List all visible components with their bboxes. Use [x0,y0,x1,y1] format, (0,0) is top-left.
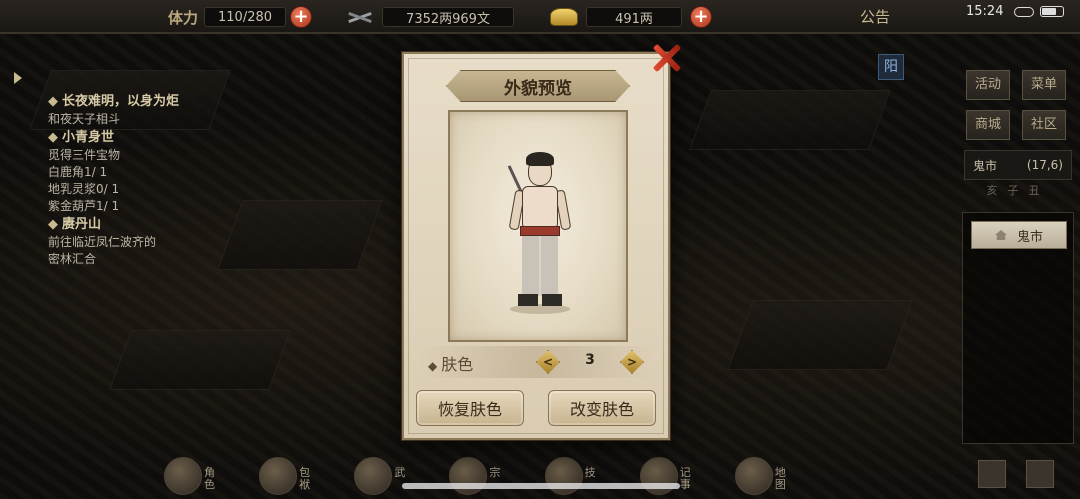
nav-map-button[interactable]: 地图 [731,453,820,499]
character-legs [522,236,558,296]
nav-label: 地图 [774,466,786,491]
activity-button[interactable]: 活动 [966,70,1010,100]
quest-item[interactable]: ◆ 赓丹山 前往临近凤仁波齐的 密林汇合 [48,215,248,268]
quest-item[interactable]: ◆ 长夜难明，以身为炬 和夜天子相斗 [48,92,248,128]
silver-value: 7352两969文 [382,7,514,27]
notice-button[interactable]: 公告 [860,6,890,27]
chevron-right-icon: > [626,355,638,369]
bag-icon [259,457,298,495]
diamond-icon: ◆ [48,217,58,232]
nav-label: 技 [584,466,596,479]
top-resource-bar: 体力 110/280 + 7352两969文 491两 + 公告 15:24 [0,0,1080,34]
quest-line: 白鹿角1/ 1 [48,165,108,179]
character-boots [518,294,562,306]
corner-button-right[interactable] [1026,460,1054,488]
add-stamina-button[interactable]: + [290,6,313,28]
dialog-title: 外貌预览 [446,70,630,102]
quest-title: 赓丹山 [62,217,102,232]
journal-icon [639,457,678,495]
quest-line: 前往临近凤仁波齐的 [48,235,157,249]
quest-title: 长夜难明，以身为炬 [62,94,180,109]
quest-line: 紫金葫芦1/ 1 [48,199,120,213]
silver-icon [346,8,374,26]
sect-icon [449,457,488,495]
skin-color-label: ◆ 肤色 [428,351,473,375]
location-list-label: 鬼市 [1016,229,1043,245]
skin-color-value: 3 [585,352,595,368]
time-dial: 亥子丑 [986,184,1050,197]
nav-journal-button[interactable]: 记事 [636,453,725,499]
battery-icon [1040,6,1064,17]
quest-title: 小青身世 [62,130,115,145]
nav-label: 武 [394,466,406,479]
community-button[interactable]: 社区 [1022,110,1066,140]
nav-sect-button[interactable]: 宗 [445,453,534,499]
gold-value: 491两 [586,7,682,27]
location-list: 鬼市 [962,212,1074,444]
character-hair [526,152,554,166]
skin-color-label-text: 肤色 [441,355,474,374]
stamina-resource: 体力 110/280 + [168,6,313,28]
silver-resource: 7352两969文 [346,6,514,28]
quest-line: 觅得三件宝物 [48,148,121,162]
quest-item[interactable]: ◆ 小青身世 觅得三件宝物 白鹿角1/ 1 地乳灵浆0/ 1 紫金葫芦1/ 1 [48,128,248,215]
restore-skin-color-button[interactable]: 恢复肤色 [416,390,524,426]
toggle-icon [1014,6,1034,17]
diamond-icon: ◆ [428,359,438,373]
nav-martial-button[interactable]: 武 [350,453,439,499]
yang-indicator[interactable]: 阳 [878,54,904,80]
diamond-icon: ◆ [48,94,58,109]
mall-button[interactable]: 商城 [966,110,1010,140]
chevron-left-icon: < [542,355,554,369]
gold-ingot-icon [550,8,578,26]
location-name: 鬼市 [973,158,998,173]
collapse-quest-arrow-icon[interactable] [14,72,22,84]
home-indicator[interactable] [402,483,680,489]
nav-label: 包袱 [299,466,311,491]
status-clock: 15:24 [966,4,1004,19]
stamina-value: 110/280 [204,7,287,27]
nav-skill-button[interactable]: 技 [541,453,630,499]
skin-next-button[interactable]: > [618,348,646,376]
nav-label: 角色 [204,466,215,491]
quest-line: 和夜天子相斗 [48,112,121,126]
character-portrait-frame [448,110,628,342]
menu-button[interactable]: 菜单 [1022,70,1066,100]
skin-color-selector: ◆ 肤色 < 3 > [418,346,656,378]
character-torso [522,186,558,228]
quest-line: 密林汇合 [48,252,97,266]
diamond-icon: ◆ [48,130,58,145]
nav-label: 宗 [489,466,501,479]
change-skin-color-button[interactable]: 改变肤色 [548,390,656,426]
character-preview [507,152,572,322]
gold-resource: 491两 + [550,6,712,28]
home-icon [994,230,1007,240]
martial-icon [354,457,393,495]
location-list-item[interactable]: 鬼市 [971,221,1067,249]
skill-icon [544,457,583,495]
nav-bag-button[interactable]: 包袱 [255,453,344,499]
location-panel[interactable]: 鬼市 (17,6) [964,150,1072,180]
appearance-preview-dialog: 外貌预览 ◆ 肤色 < 3 > 恢复肤色 改变肤色 [402,52,670,440]
character-icon [164,457,202,495]
character-belt [520,226,560,236]
skin-prev-button[interactable]: < [534,348,562,376]
add-gold-button[interactable]: + [690,6,712,28]
stamina-label: 体力 [168,8,199,27]
system-status-icons [1014,6,1064,17]
bottom-nav-bar: 角色 包袱 武 宗 技 记事 地图 [160,448,820,499]
nav-label: 记事 [679,466,691,491]
close-icon[interactable] [648,40,684,76]
quest-line: 地乳灵浆0/ 1 [48,182,120,196]
nav-character-button[interactable]: 角色 [160,453,249,499]
map-icon [734,457,773,495]
location-coords: (17,6) [1026,158,1063,172]
corner-button-left[interactable] [978,460,1006,488]
quest-tracker: ◆ 长夜难明，以身为炬 和夜天子相斗 ◆ 小青身世 觅得三件宝物 白鹿角1/ 1 地… [48,92,248,268]
